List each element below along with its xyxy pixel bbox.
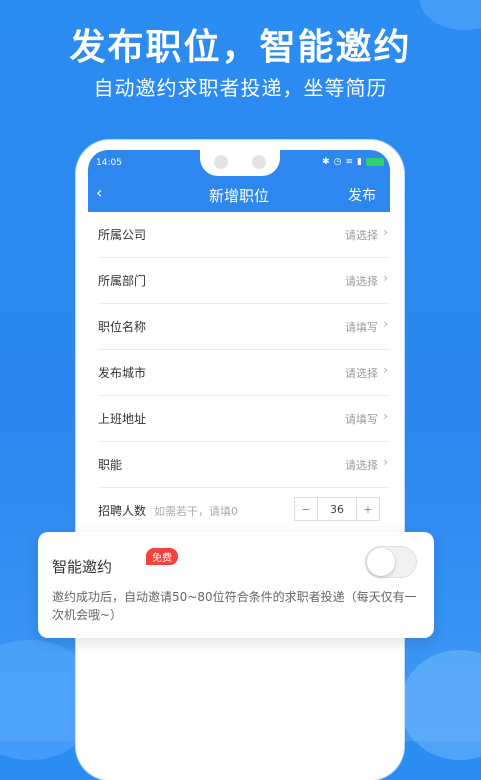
toggle-knob — [367, 548, 395, 576]
form-row-address[interactable]: 上班地址 请填写 › — [98, 396, 390, 442]
row-label: 上班地址 — [98, 412, 147, 426]
smart-invite-description: 邀约成功后，自动邀请50~80位符合条件的求职者投递（每天仅有一次机会哦~） — [52, 590, 417, 622]
nav-bar: ‹ 新增职位 发布 — [88, 176, 390, 212]
chevron-right-icon: › — [383, 409, 388, 423]
quantity-input[interactable]: 36 — [317, 498, 357, 520]
hire-hint: 如需若干，请填0 — [154, 505, 238, 518]
camera-icon — [252, 155, 266, 169]
chevron-right-icon: › — [383, 317, 388, 331]
promo-headline: 发布职位，智能邀约 — [69, 27, 412, 68]
form-row-function[interactable]: 职能 请选择 › — [98, 442, 390, 488]
form-row-hire-count: 招聘人数 如需若干，请填0 − 36 + — [98, 488, 390, 534]
publish-button[interactable]: 发布 — [348, 185, 376, 205]
row-label: 职能 — [98, 458, 123, 472]
status-icons: ✱ ◷ ≋ ▮ — [322, 157, 384, 167]
increment-button[interactable]: + — [357, 498, 379, 520]
smart-invite-title: 智能邀约 — [52, 558, 113, 576]
battery-icon — [366, 158, 384, 166]
decrement-button[interactable]: − — [295, 498, 317, 520]
row-label: 职位名称 — [98, 320, 147, 334]
page-title: 新增职位 — [208, 187, 269, 205]
free-badge: 免费 — [146, 548, 178, 565]
job-form: 所属公司 请选择 › 所属部门 请选择 › 职位名称 请填写 › 发布城市 请选… — [88, 212, 390, 534]
row-label: 发布城市 — [98, 366, 147, 380]
alarm-icon: ◷ — [333, 157, 342, 167]
quantity-stepper: − 36 + — [294, 497, 380, 521]
background-blob — [400, 650, 481, 760]
signal-icon: ▮ — [357, 157, 362, 167]
row-value: 请选择 — [345, 459, 378, 472]
chevron-right-icon: › — [383, 225, 388, 239]
form-row-city[interactable]: 发布城市 请选择 › — [98, 350, 390, 396]
row-value: 请填写 — [345, 413, 378, 426]
smart-invite-card: 智能邀约 免费 邀约成功后，自动邀请50~80位符合条件的求职者投递（每天仅有一… — [38, 532, 434, 638]
row-label: 招聘人数 — [98, 504, 147, 518]
form-row-company[interactable]: 所属公司 请选择 › — [98, 212, 390, 258]
row-value: 请选择 — [345, 367, 378, 380]
phone-notch — [200, 150, 280, 176]
chevron-right-icon: › — [383, 363, 388, 377]
promo-subline: 自动邀约求职者投递，坐等简历 — [93, 76, 388, 100]
row-label: 所属部门 — [98, 274, 147, 288]
bluetooth-icon: ✱ — [322, 157, 330, 167]
row-label: 所属公司 — [98, 228, 147, 242]
chevron-right-icon: › — [383, 455, 388, 469]
row-value: 请选择 — [345, 229, 378, 242]
wifi-icon: ≋ — [345, 157, 354, 167]
form-row-department[interactable]: 所属部门 请选择 › — [98, 258, 390, 304]
smart-invite-toggle[interactable] — [365, 546, 417, 578]
row-value: 请填写 — [345, 321, 378, 334]
form-row-job-name[interactable]: 职位名称 请填写 › — [98, 304, 390, 350]
status-time: 14:05 — [96, 158, 122, 168]
phone-screen: 14:05 ✱ ◷ ≋ ▮ ‹ 新增职位 发布 所属公司 请选择 › 所属部门 … — [88, 150, 390, 750]
camera-icon — [214, 155, 228, 169]
chevron-right-icon: › — [383, 271, 388, 285]
row-value: 请选择 — [345, 275, 378, 288]
